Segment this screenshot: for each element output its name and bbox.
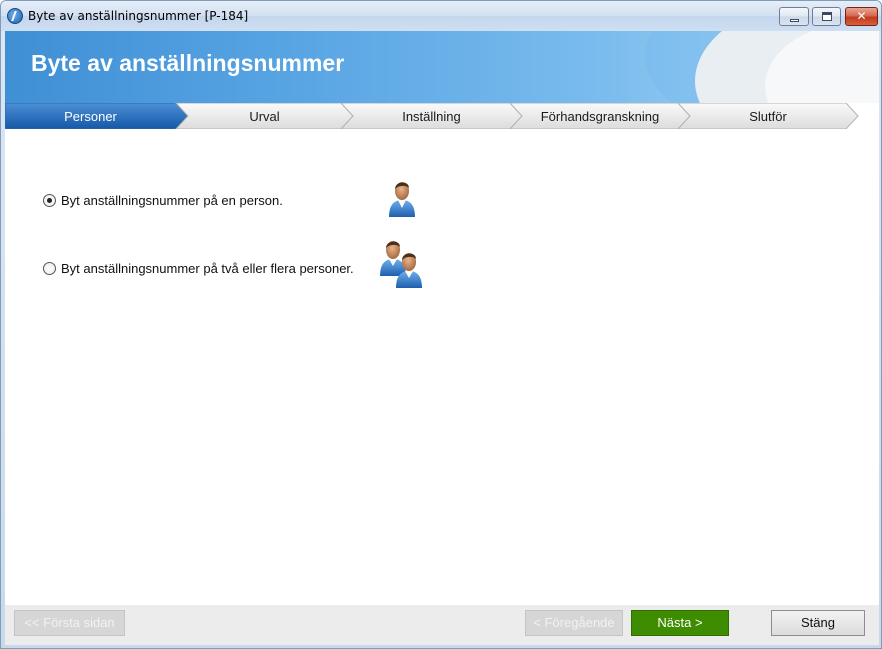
wizard-window: Byte av anställningsnummer [P-184] ✕ Byt… bbox=[0, 0, 882, 649]
title-bar[interactable]: Byte av anställningsnummer [P-184] ✕ bbox=[1, 1, 881, 31]
minimize-button[interactable] bbox=[779, 7, 809, 26]
next-button[interactable]: Nästa > bbox=[631, 610, 729, 636]
previous-button[interactable]: < Föregående bbox=[525, 610, 623, 636]
window-title: Byte av anställningsnummer [P-184] bbox=[28, 9, 249, 23]
close-icon: ✕ bbox=[856, 9, 867, 23]
step-forhandsgranskning: Förhandsgranskning bbox=[540, 109, 660, 124]
multiple-persons-icon bbox=[380, 241, 422, 288]
page-title: Byte av anställningsnummer bbox=[31, 50, 345, 76]
option-multiple-persons-label[interactable]: Byt anställningsnummer på två eller fler… bbox=[61, 261, 354, 276]
app-logo-icon bbox=[7, 8, 23, 24]
wizard-footer: << Första sidan < Föregående Nästa > Stä… bbox=[5, 605, 879, 645]
option-single-person[interactable]: Byt anställningsnummer på en person. bbox=[43, 193, 283, 208]
radio-single-person[interactable] bbox=[43, 194, 56, 207]
wizard-steps: Personer Urval Inställning Förhandsgrans… bbox=[5, 103, 879, 129]
close-button[interactable]: Stäng bbox=[771, 610, 865, 636]
client-area: Byte av anställningsnummer Personer Urva… bbox=[5, 31, 879, 645]
step-installning: Inställning bbox=[402, 109, 461, 124]
radio-multiple-persons[interactable] bbox=[43, 262, 56, 275]
single-person-icon bbox=[389, 182, 415, 217]
minimize-icon bbox=[790, 19, 799, 22]
maximize-icon bbox=[822, 12, 832, 21]
step-urval: Urval bbox=[249, 109, 280, 124]
step-slutfor: Slutför bbox=[749, 109, 787, 124]
option-single-person-label[interactable]: Byt anställningsnummer på en person. bbox=[61, 193, 283, 208]
maximize-button[interactable] bbox=[812, 7, 841, 26]
option-multiple-persons[interactable]: Byt anställningsnummer på två eller fler… bbox=[43, 261, 354, 276]
close-window-button[interactable]: ✕ bbox=[845, 7, 878, 26]
first-page-button[interactable]: << Första sidan bbox=[14, 610, 125, 636]
step-personer: Personer bbox=[64, 109, 117, 124]
header-banner: Byte av anställningsnummer bbox=[5, 31, 879, 103]
